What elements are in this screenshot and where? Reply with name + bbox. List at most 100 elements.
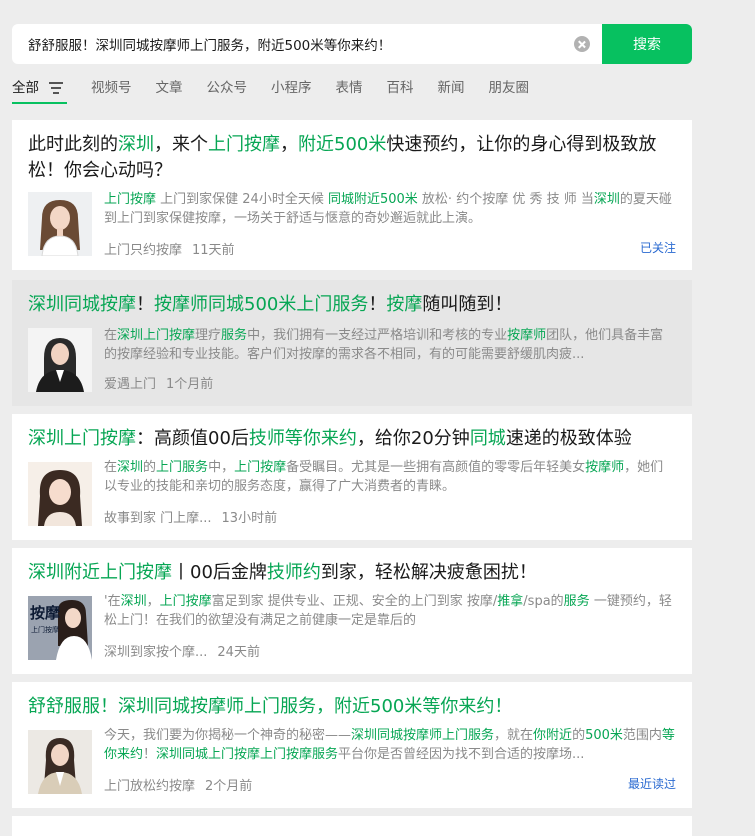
text-segment: ：高颜值00后	[136, 428, 249, 449]
search-button[interactable]: 搜索	[602, 24, 692, 64]
result-card-2[interactable]: 深圳同城按摩！按摩师同城500米上门服务！按摩随叫随到！ 在深圳上门按摩理疗服务…	[12, 280, 692, 406]
tab-official-accounts[interactable]: 公众号	[207, 78, 248, 104]
keyword-highlight: 按摩师	[507, 328, 547, 343]
keyword-highlight: 按摩	[386, 294, 423, 315]
result-description: 在深圳的上门服务中，上门按摩备受瞩目。尤其是一些拥有高颜值的零零后年轻美女按摩师…	[104, 458, 676, 496]
result-meta: 爱遇上门 1个月前	[104, 373, 213, 392]
keyword-highlight: 深圳	[120, 594, 147, 609]
result-description: 在深圳上门按摩理疗服务中，我们拥有一支经过严格培训和考核的专业按摩师团队，他们具…	[104, 326, 676, 364]
result-title[interactable]: 舒舒服服！深圳同城按摩师上门服务，附近500米等你来约！	[28, 694, 676, 720]
result-time: 2个月前	[205, 779, 253, 794]
keyword-highlight: 附近500米	[298, 134, 387, 155]
keyword-highlight: 上门按摩	[159, 594, 212, 609]
result-tabs: 全部 视频号 文章 公众号 小程序 表情 百科 新闻 朋友圈	[12, 78, 553, 106]
search-input[interactable]: 舒舒服服！深圳同城按摩师上门服务，附近500米等你来约！	[12, 24, 602, 64]
search-query-text[interactable]: 舒舒服服！深圳同城按摩师上门服务，附近500米等你来约！	[28, 34, 566, 54]
result-source[interactable]: 故事到家 门上摩...	[104, 511, 212, 526]
result-meta: 深圳到家按个摩... 24天前	[104, 641, 260, 660]
result-source[interactable]: 爱遇上门	[104, 377, 156, 392]
text-segment: 在	[104, 328, 118, 343]
tab-mini-programs[interactable]: 小程序	[271, 78, 312, 104]
text-segment: ！	[368, 294, 387, 315]
thumbnail-image	[28, 462, 92, 526]
tab-stickers[interactable]: 表情	[336, 78, 363, 104]
keyword-highlight: 按摩师	[585, 460, 625, 475]
text-segment: 此时此刻的	[28, 134, 118, 155]
keyword-highlight: 舒舒服服！深圳同城按摩师上门服务，附近500米等你来约！	[28, 696, 513, 717]
followed-tag: 已关注	[639, 241, 676, 255]
result-description: 今天，我们要为你揭秘一个神奇的秘密——深圳同城按摩师上门服务，就在你附近的500…	[104, 726, 676, 764]
keyword-highlight: 深圳附近上门按摩	[28, 562, 172, 583]
result-description: '在深圳，上门按摩富足到家 提供专业、正规、安全的上门到家 按摩/推拿/spa的…	[104, 592, 676, 630]
text-segment: 放松· 约个按摩 优 秀 技 师 当	[417, 192, 594, 207]
recently-read-tag: 最近读过	[627, 777, 676, 791]
result-card-6[interactable]	[12, 816, 692, 836]
text-segment: 在	[104, 460, 118, 475]
text-segment: 备受瞩目。尤其是一些拥有高颜值的零零后年轻美女	[286, 460, 586, 475]
result-card-4[interactable]: 深圳附近上门按摩丨00后金牌技师约到家，轻松解决疲惫困扰！ 按摩 上门按摩 '在…	[12, 548, 692, 674]
result-source[interactable]: 深圳到家按个摩...	[104, 645, 207, 660]
keyword-highlight: 深圳上门按摩	[117, 328, 196, 343]
tab-articles[interactable]: 文章	[156, 78, 183, 104]
result-time: 1个月前	[166, 377, 214, 392]
text-segment: 到家，轻松解决疲惫困扰！	[320, 562, 537, 583]
clear-icon[interactable]	[574, 36, 590, 52]
result-title[interactable]: 此时此刻的深圳，来个上门按摩，附近500米快速预约，让你的身心得到极致放松！你会…	[28, 132, 676, 184]
result-description: 上门按摩 上门到家保健 24小时全天候 同城附近500米 放松· 约个按摩 优 …	[104, 190, 676, 228]
thumbnail-image	[28, 328, 92, 392]
text-segment: 理疗	[195, 328, 222, 343]
result-title[interactable]: 深圳同城按摩！按摩师同城500米上门服务！按摩随叫随到！	[28, 292, 676, 318]
thumbnail-caption-sub: 上门按摩	[31, 625, 59, 634]
keyword-highlight: 500米	[585, 728, 623, 743]
result-card-3[interactable]: 深圳上门按摩：高颜值00后技师等你来约，给你20分钟同城速递的极致体验 在深圳的…	[12, 414, 692, 540]
tab-moments[interactable]: 朋友圈	[489, 78, 530, 104]
text-segment: 中，	[208, 460, 235, 475]
text-segment: ，给你20分钟	[356, 428, 470, 449]
thumbnail-caption-main: 按摩	[30, 604, 61, 622]
keyword-highlight: 深圳同城上门按摩上门按摩服务	[156, 747, 339, 762]
result-card-1[interactable]: 此时此刻的深圳，来个上门按摩，附近500米快速预约，让你的身心得到极致放松！你会…	[12, 120, 692, 270]
text-segment: 随叫随到！	[422, 294, 513, 315]
keyword-highlight: 深圳同城按摩	[28, 294, 136, 315]
text-segment: '在	[104, 594, 121, 609]
thumbnail-image: 按摩 上门按摩	[28, 596, 92, 660]
text-segment: 范围内	[622, 728, 662, 743]
tab-encyclopedia[interactable]: 百科	[387, 78, 414, 104]
keyword-highlight: 推拿	[497, 594, 524, 609]
keyword-highlight: 上门按摩	[234, 460, 287, 475]
text-segment: ，	[280, 134, 298, 155]
keyword-highlight: 同城附近500米	[327, 192, 418, 207]
filter-icon[interactable]	[49, 82, 63, 94]
result-title[interactable]: 深圳附近上门按摩丨00后金牌技师约到家，轻松解决疲惫困扰！	[28, 560, 676, 586]
keyword-highlight: 技师约	[266, 562, 321, 583]
text-segment: 富足到家 提供专业、正规、安全的上门到家 按摩/	[211, 594, 498, 609]
text-segment: ，	[146, 594, 160, 609]
keyword-highlight: 服务	[563, 594, 590, 609]
result-title[interactable]: 深圳上门按摩：高颜值00后技师等你来约，给你20分钟同城速递的极致体验	[28, 426, 676, 452]
keyword-highlight: 深圳	[117, 460, 144, 475]
search-bar: 舒舒服服！深圳同城按摩师上门服务，附近500米等你来约！ 搜索	[12, 24, 692, 64]
keyword-highlight: 上门按摩	[208, 134, 280, 155]
result-card-5[interactable]: 舒舒服服！深圳同城按摩师上门服务，附近500米等你来约！ 今天，我们要为你揭秘一…	[12, 682, 692, 808]
tab-channels[interactable]: 视频号	[91, 78, 132, 104]
tab-all[interactable]: 全部	[12, 78, 67, 104]
keyword-highlight: 深圳	[593, 192, 620, 207]
keyword-highlight: 深圳上门按摩	[28, 428, 136, 449]
thumbnail-image	[28, 192, 92, 256]
tab-all-label: 全部	[12, 80, 39, 96]
keyword-highlight: 上门按摩	[104, 192, 157, 207]
text-segment: ！	[136, 294, 154, 315]
result-meta: 上门只约按摩 11天前	[104, 239, 235, 258]
text-segment: ，就在	[494, 728, 534, 743]
text-segment: ！	[143, 747, 157, 762]
text-segment: ，来个	[154, 134, 208, 155]
thumbnail-image	[28, 730, 92, 794]
tab-news[interactable]: 新闻	[438, 78, 465, 104]
text-segment: 今天，我们要为你揭秘一个神奇的秘密——	[104, 728, 352, 743]
result-source[interactable]: 上门放松约按摩	[104, 779, 195, 794]
keyword-highlight: 你附近	[533, 728, 573, 743]
text-segment: 的	[143, 460, 157, 475]
result-time: 13小时前	[221, 511, 278, 526]
result-source[interactable]: 上门只约按摩	[104, 243, 182, 258]
result-time: 24天前	[217, 645, 260, 660]
